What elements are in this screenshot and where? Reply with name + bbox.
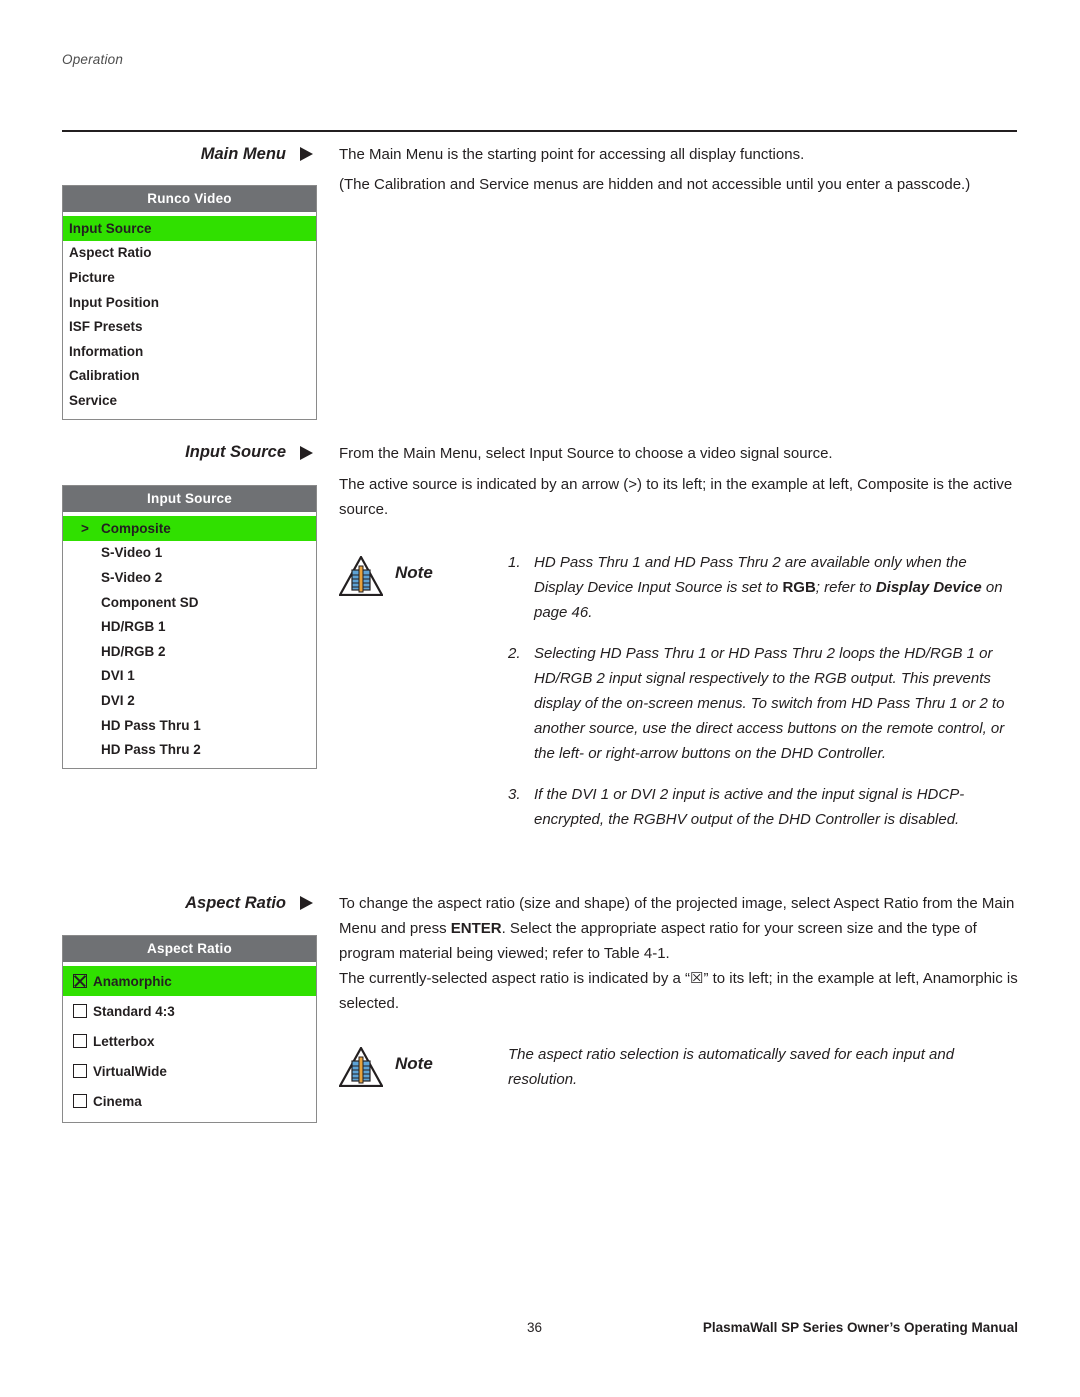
aspect-ratio-paragraph-1: To change the aspect ratio (size and sha… — [339, 891, 1023, 966]
note-icon — [339, 1047, 383, 1087]
osd-item-cinema[interactable]: Cinema — [63, 1086, 316, 1116]
osd-item-label: ISF Presets — [69, 319, 143, 335]
checkbox-icon[interactable] — [67, 1034, 93, 1049]
note-item-text-part: RGB — [782, 579, 816, 596]
document-page: Operation Main Menu Runco Video Input So… — [0, 0, 1080, 1397]
section-label-aspect-ratio: Aspect Ratio — [185, 894, 286, 912]
osd-item-label: HD Pass Thru 1 — [101, 717, 201, 733]
osd-item-service[interactable]: Service — [63, 388, 316, 413]
note-item-number: 3. — [508, 786, 521, 803]
osd-item-information[interactable]: Information — [63, 339, 316, 364]
osd-title-main-menu: Runco Video — [63, 186, 316, 212]
osd-item-label: Input Position — [69, 294, 159, 310]
osd-item-aspect-ratio[interactable]: Aspect Ratio — [63, 241, 316, 266]
osd-item-label: HD Pass Thru 2 — [101, 742, 201, 758]
osd-item-input-position[interactable]: Input Position — [63, 290, 316, 315]
footer-manual-title: PlasmaWall SP Series Owner’s Operating M… — [702, 1320, 1018, 1335]
osd-item-standard-43[interactable]: Standard 4:3 — [63, 996, 316, 1026]
osd-item-dvi-2[interactable]: DVI 2 — [63, 688, 316, 713]
note-item-text-part: ; refer to — [815, 579, 876, 596]
section-label-main-menu: Main Menu — [200, 145, 286, 163]
osd-item-label: Service — [69, 392, 118, 408]
enter-keyword: ENTER — [450, 920, 502, 937]
osd-item-label: Picture — [69, 269, 115, 285]
section-arrow-main-menu — [300, 147, 313, 161]
osd-item-label: S-Video 1 — [101, 545, 163, 561]
osd-body-main-menu: Input Source Aspect Ratio Picture Input … — [63, 212, 316, 419]
osd-item-hd-rgb-2[interactable]: HD/RGB 2 — [63, 639, 316, 664]
osd-item-letterbox[interactable]: Letterbox — [63, 1026, 316, 1056]
section-label-input-source: Input Source — [185, 443, 286, 461]
osd-item-hd-pass-thru-2[interactable]: HD Pass Thru 2 — [63, 737, 316, 762]
note-item-text-part: Display Device — [875, 579, 982, 596]
main-menu-paragraph-2: (The Calibration and Service menus are h… — [339, 176, 971, 193]
osd-item-label: Anamorphic — [93, 973, 172, 989]
main-menu-paragraph-1: The Main Menu is the starting point for … — [339, 146, 805, 163]
note-item-number: 1. — [508, 554, 521, 571]
osd-item-label: DVI 1 — [101, 668, 135, 684]
checkbox-icon[interactable] — [67, 1094, 93, 1109]
checkbox-icon[interactable] — [67, 1064, 93, 1079]
section-arrow-aspect-ratio — [300, 896, 313, 910]
note-item-2: 2. Selecting HD Pass Thru 1 or HD Pass T… — [508, 641, 1020, 766]
osd-item-label: S-Video 2 — [101, 569, 163, 585]
osd-title-aspect-ratio: Aspect Ratio — [63, 936, 316, 962]
section-arrow-input-source — [300, 446, 313, 460]
osd-item-svideo-1[interactable]: S-Video 1 — [63, 541, 316, 566]
osd-item-label: Letterbox — [93, 1033, 155, 1049]
osd-item-calibration[interactable]: Calibration — [63, 364, 316, 389]
osd-item-hd-pass-thru-1[interactable]: HD Pass Thru 1 — [63, 713, 316, 738]
osd-item-label: Composite — [101, 520, 171, 536]
osd-item-label: Calibration — [69, 368, 140, 384]
osd-item-label: Input Source — [69, 220, 152, 236]
active-source-arrow-marker: > — [81, 520, 89, 536]
osd-item-label: DVI 2 — [101, 692, 135, 708]
running-head: Operation — [62, 52, 124, 67]
osd-item-label: Cinema — [93, 1093, 142, 1109]
osd-title-input-source: Input Source — [63, 486, 316, 512]
input-source-paragraph-2: The active source is indicated by an arr… — [339, 476, 1013, 518]
note-icon — [339, 556, 383, 596]
osd-item-component-sd[interactable]: Component SD — [63, 590, 316, 615]
note-text-aspect-ratio: The aspect ratio selection is automatica… — [508, 1046, 955, 1088]
osd-item-isf-presets[interactable]: ISF Presets — [63, 314, 316, 339]
osd-item-picture[interactable]: Picture — [63, 265, 316, 290]
note-item-1: 1. HD Pass Thru 1 and HD Pass Thru 2 are… — [508, 550, 1020, 625]
osd-item-label: Information — [69, 343, 144, 359]
osd-item-input-source[interactable]: Input Source — [63, 216, 316, 241]
osd-aspect-ratio: Aspect Ratio Anamorphic Standard 4:3 Let… — [62, 935, 317, 1123]
osd-item-svideo-2[interactable]: S-Video 2 — [63, 565, 316, 590]
osd-body-input-source: > Composite S-Video 1 S-Video 2 Componen… — [63, 512, 316, 768]
osd-item-label: Aspect Ratio — [69, 245, 152, 261]
aspect-ratio-paragraph-1-text: To change the aspect ratio (size and sha… — [339, 895, 1015, 962]
aspect-ratio-paragraph-2: The currently-selected aspect ratio is i… — [339, 970, 1018, 1012]
osd-body-aspect-ratio: Anamorphic Standard 4:3 Letterbox Virtua… — [63, 962, 316, 1122]
note-item-3: 3. If the DVI 1 or DVI 2 input is active… — [508, 782, 1020, 832]
checkbox-icon[interactable] — [67, 1004, 93, 1019]
osd-item-virtualwide[interactable]: VirtualWide — [63, 1056, 316, 1086]
input-source-paragraph-1: From the Main Menu, select Input Source … — [339, 445, 833, 462]
osd-item-composite[interactable]: > Composite — [63, 516, 316, 541]
note-item-text-part: If the DVI 1 or DVI 2 input is active an… — [534, 786, 965, 828]
osd-item-anamorphic[interactable]: Anamorphic — [63, 966, 316, 996]
footer-page-number: 36 — [527, 1320, 543, 1335]
osd-item-dvi-1[interactable]: DVI 1 — [63, 664, 316, 689]
osd-item-hd-rgb-1[interactable]: HD/RGB 1 — [63, 614, 316, 639]
note-label: Note — [395, 1054, 433, 1073]
osd-item-label: HD/RGB 1 — [101, 619, 166, 635]
note-item-number: 2. — [508, 645, 521, 662]
osd-item-label: VirtualWide — [93, 1063, 167, 1079]
osd-main-menu: Runco Video Input Source Aspect Ratio Pi… — [62, 185, 317, 420]
osd-item-label: Component SD — [101, 594, 199, 610]
note-item-text-part: Selecting HD Pass Thru 1 or HD Pass Thru… — [534, 645, 1005, 762]
note-label: Note — [395, 563, 433, 582]
note-list-input-source: 1. HD Pass Thru 1 and HD Pass Thru 2 are… — [508, 550, 1020, 848]
osd-item-label: HD/RGB 2 — [101, 643, 166, 659]
checkbox-checked-icon[interactable] — [67, 974, 93, 989]
osd-item-label: Standard 4:3 — [93, 1003, 175, 1019]
osd-input-source: Input Source > Composite S-Video 1 S-Vid… — [62, 485, 317, 769]
header-rule — [62, 130, 1017, 132]
